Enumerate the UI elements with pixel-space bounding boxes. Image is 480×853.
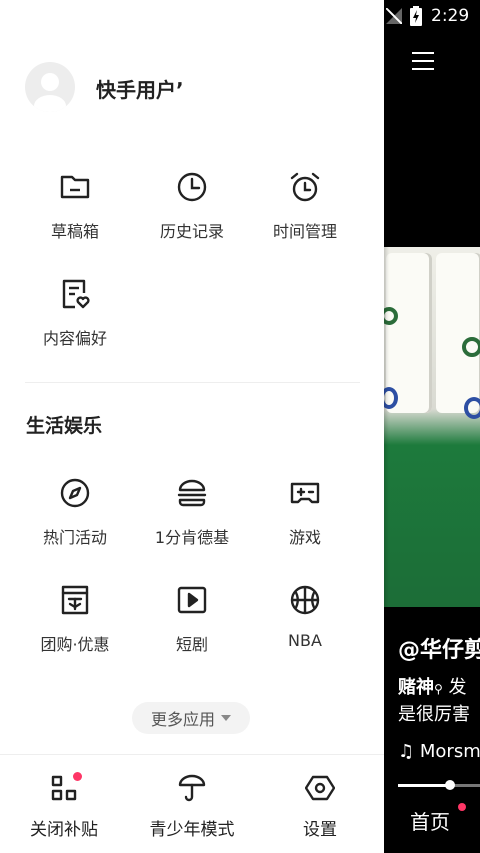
nba-item[interactable]: NBA [250,583,360,650]
side-drawer: 快手用户ʼ 草稿箱 历史记录 时间管理 内容偏好 生活娱乐 热门活动 1分肯德基… [0,0,384,853]
coupon-icon [61,585,89,615]
section-title: 生活娱乐 [26,415,103,437]
search-small-icon: ⚲ [434,682,443,696]
kfc-item[interactable]: 1分肯德基 [137,476,247,548]
short-drama-item[interactable]: 短剧 [137,583,247,655]
umbrella-icon [178,774,206,802]
status-time: 2:29 [431,6,470,26]
close-subsidy-label: 关闭补贴 [30,820,98,840]
content-preference-label: 内容偏好 [42,329,107,348]
music-note-icon: ♫ [398,741,415,762]
group-buy-label: 团购·优惠 [40,635,110,654]
bottom-divider [0,754,384,755]
play-icon [177,586,207,614]
group-buy-item[interactable]: 团购·优惠 [20,583,130,655]
settings-label: 设置 [303,820,337,840]
close-subsidy-button[interactable]: 关闭补贴 [0,772,128,840]
history-item[interactable]: 历史记录 [137,170,247,242]
drafts-label: 草稿箱 [50,222,99,241]
settings-icon [305,775,335,801]
kfc-label: 1分肯德基 [154,528,230,547]
gamepad-icon [290,482,320,504]
basketball-icon [290,585,320,615]
compass-icon [60,478,90,508]
music-title: Morsm [419,741,480,762]
time-management-label: 时间管理 [272,222,337,241]
folder-icon [60,175,90,199]
burger-icon [177,479,207,507]
video-caption-line1: 赌神⚲ 发 [398,673,467,699]
video-progress-knob[interactable] [445,780,455,790]
notification-dot [73,772,82,781]
caption-tag[interactable]: 赌神 [398,677,434,698]
games-item[interactable]: 游戏 [250,476,360,548]
teen-mode-button[interactable]: 青少年模式 [128,773,256,840]
video-thumbnail[interactable] [384,247,480,607]
more-apps-label: 更多应用 [150,710,215,729]
mahjong-tile [436,253,480,413]
history-label: 历史记录 [159,222,224,241]
default-avatar-icon [34,73,66,112]
video-caption-line2: 是很厉害 [398,704,470,725]
tile-dot [462,337,480,357]
video-progress-bar[interactable] [398,780,480,790]
teen-mode-label: 青少年模式 [149,820,235,840]
tile-dot [464,397,480,419]
username[interactable]: 快手用户ʼ [96,74,184,103]
video-progress-fill [398,784,450,787]
hot-events-label: 热门活动 [42,528,107,547]
video-author[interactable]: @华仔剪 [398,632,480,664]
alarm-clock-icon [290,172,320,202]
caret-down-icon [221,715,231,721]
home-notification-dot [458,803,466,811]
battery-charging-icon [410,6,422,26]
games-label: 游戏 [288,528,321,547]
no-signal-icon [386,8,402,24]
more-apps-button[interactable]: 更多应用 [132,702,250,734]
background-video-app: 2:29 @华仔剪 赌神⚲ 发 是很厉害 ♫ Morsm 首页 [384,0,480,853]
hot-events-item[interactable]: 热门活动 [20,476,130,548]
avatar[interactable] [25,62,75,112]
caption-text: 发 [448,677,467,698]
content-preference-item[interactable]: 内容偏好 [20,277,130,349]
section-divider [25,382,360,383]
content-preference-icon [62,279,90,309]
time-management-item[interactable]: 时间管理 [250,170,360,242]
music-info[interactable]: ♫ Morsm [398,741,480,762]
settings-button[interactable]: 设置 [256,773,384,840]
short-drama-label: 短剧 [175,635,208,654]
status-bar: 2:29 [384,0,480,34]
menu-hamburger-icon[interactable] [412,52,434,70]
drafts-item[interactable]: 草稿箱 [20,170,130,242]
clock-icon [177,172,207,202]
nba-label: NBA [288,631,322,650]
home-tab[interactable]: 首页 [410,806,450,835]
